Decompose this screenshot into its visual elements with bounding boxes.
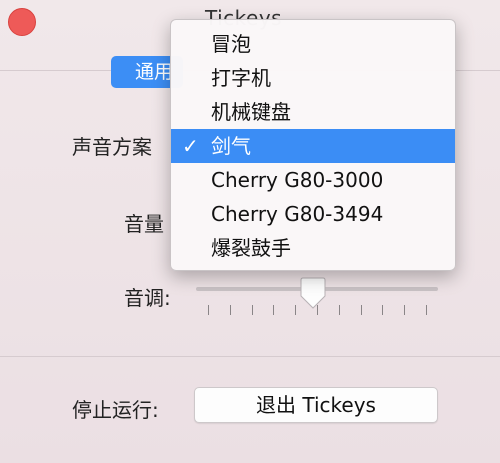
menu-item-label: 爆裂鼓手 (211, 236, 291, 260)
pitch-label: 音调: (124, 286, 171, 310)
slider-tick (426, 305, 427, 315)
slider-tick (295, 305, 297, 315)
menu-item-label: 冒泡 (211, 32, 251, 56)
menu-item-label: 机械键盘 (211, 100, 291, 124)
slider-tick (273, 305, 275, 315)
menu-item-label: Cherry G80-3494 (211, 202, 384, 226)
menu-item-1[interactable]: 打字机 (171, 61, 455, 95)
slider-tick (229, 305, 231, 315)
slider-tick (251, 305, 253, 315)
menu-item-label: 剑气 (211, 134, 251, 158)
preferences-window: Tickeys 通用 声音方案 音量 音调: 停止运行: 退出 Tickeys … (0, 0, 500, 463)
menu-item-2[interactable]: 机械键盘 (171, 95, 455, 129)
slider-tick (382, 305, 384, 315)
checkmark-icon: ✓ (182, 134, 199, 158)
pitch-slider-ticks (196, 305, 438, 317)
menu-item-3[interactable]: ✓ 剑气 (171, 129, 455, 163)
quit-tickeys-button[interactable]: 退出 Tickeys (194, 387, 438, 423)
sound-scheme-dropdown-menu: 冒泡打字机机械键盘 ✓ 剑气 Cherry G80-3000 Cherry G80-34… (170, 19, 456, 271)
menu-item-4[interactable]: Cherry G80-3000 (171, 163, 455, 197)
menu-item-label: Cherry G80-3000 (211, 168, 384, 192)
menu-item-6[interactable]: 爆裂鼓手 (171, 231, 455, 265)
stop-label: 停止运行: (72, 398, 159, 422)
slider-tick (404, 305, 406, 315)
slider-tick (360, 305, 362, 315)
menu-item-0[interactable]: 冒泡 (171, 27, 455, 61)
menu-item-label: 打字机 (211, 66, 271, 90)
volume-label: 音量 (124, 212, 164, 236)
slider-tick (338, 305, 340, 315)
slider-tick (317, 305, 318, 315)
menu-item-5[interactable]: Cherry G80-3494 (171, 197, 455, 231)
close-button[interactable] (8, 8, 36, 36)
sound-scheme-label: 声音方案 (72, 135, 152, 159)
section-divider (0, 356, 500, 357)
slider-tick (208, 305, 209, 315)
